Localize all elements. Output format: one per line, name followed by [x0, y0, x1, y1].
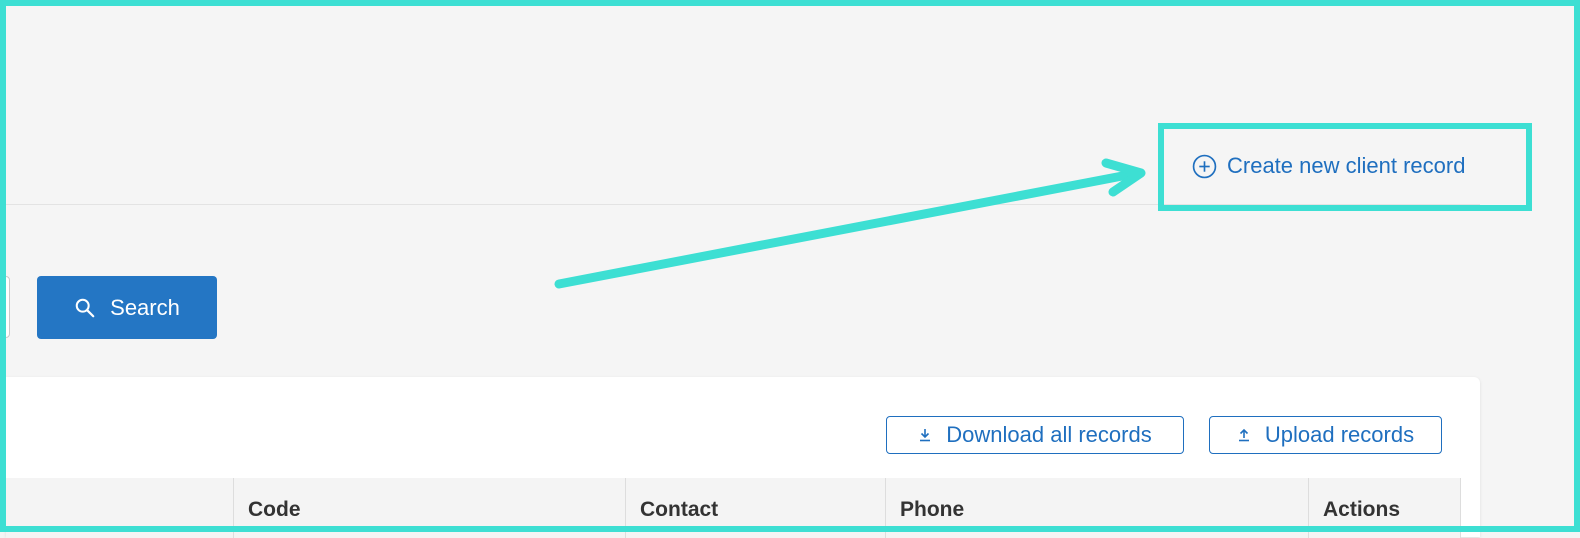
annotation-arrow — [554, 158, 1146, 289]
